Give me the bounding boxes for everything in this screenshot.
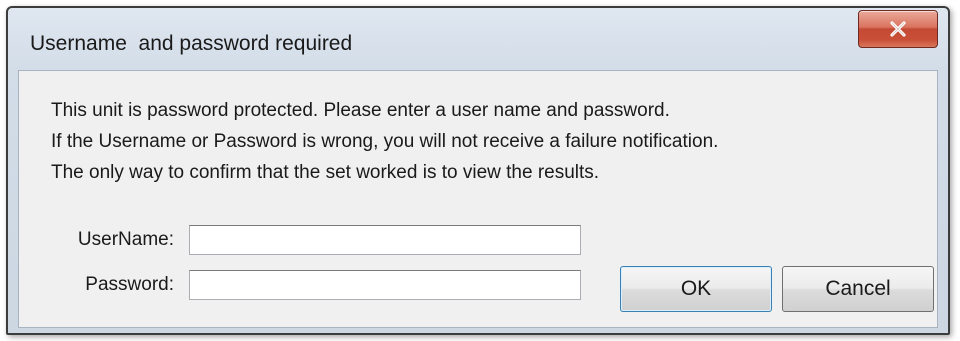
- dialog-body: This unit is password protected. Please …: [18, 70, 938, 328]
- password-input[interactable]: [189, 270, 581, 300]
- close-icon: [889, 21, 907, 37]
- username-input[interactable]: [189, 225, 581, 255]
- message-line-3: The only way to confirm that the set wor…: [51, 162, 600, 183]
- login-dialog: Username and password required This unit…: [6, 6, 950, 335]
- username-label: UserName:: [77, 229, 174, 250]
- password-label: Password:: [85, 274, 174, 295]
- dialog-title: Username and password required: [30, 32, 353, 55]
- message-text: This unit is password protected. Please …: [51, 95, 718, 188]
- cancel-button[interactable]: Cancel: [782, 266, 934, 312]
- title-bar[interactable]: Username and password required: [8, 8, 948, 70]
- message-line-2: If the Username or Password is wrong, yo…: [51, 131, 719, 152]
- close-button[interactable]: [858, 10, 938, 48]
- ok-button[interactable]: OK: [620, 266, 772, 312]
- message-line-1: This unit is password protected. Please …: [51, 100, 670, 121]
